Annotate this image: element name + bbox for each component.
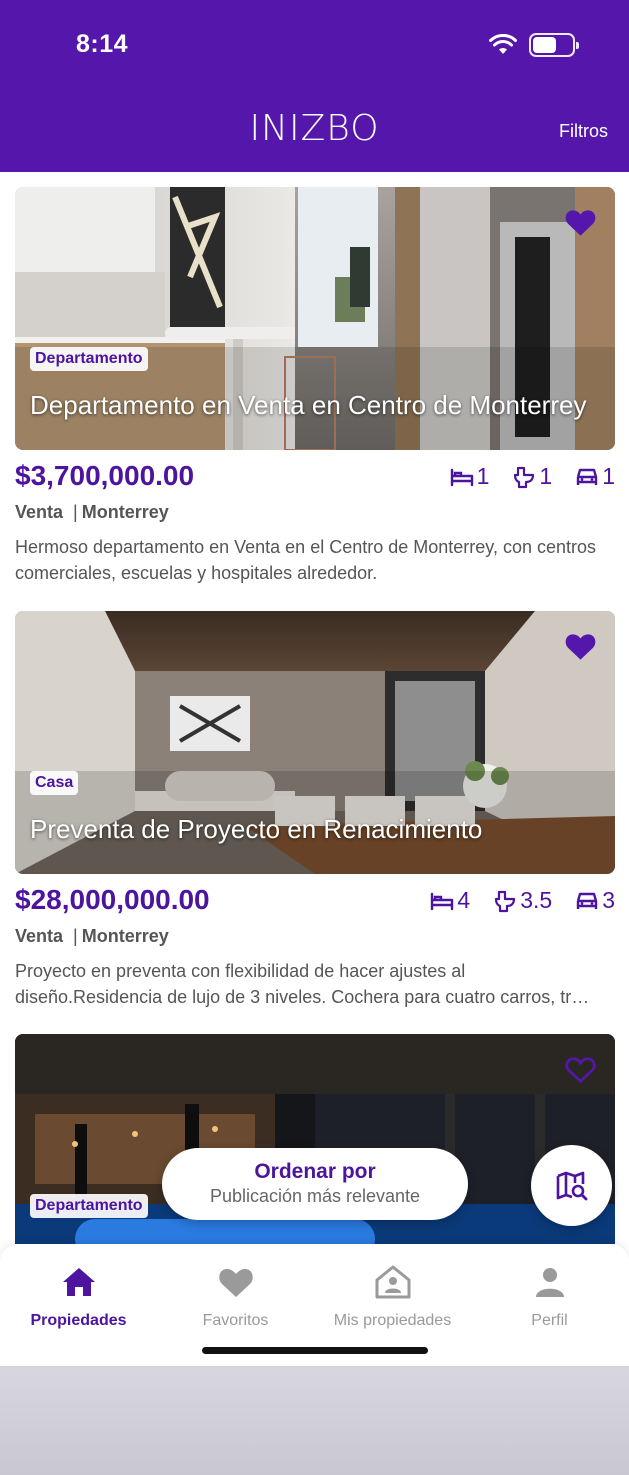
city: Monterrey [81, 926, 169, 946]
price-row: $3,700,000.00 1 1 1 [15, 460, 615, 498]
my-properties-icon [375, 1265, 410, 1299]
listings-feed[interactable]: Departamento Departamento en Venta en Ce… [0, 172, 629, 1244]
status-icons [489, 33, 579, 57]
property-type-badge: Casa [30, 771, 79, 795]
listing-title: Preventa de Proyecto en Renacimiento [30, 814, 483, 844]
bedrooms: 1 [449, 463, 490, 490]
listing-price: $28,000,000.00 [15, 884, 210, 915]
bedrooms-count: 4 [457, 887, 471, 913]
bed-icon [450, 468, 473, 486]
map-search-icon [556, 1171, 587, 1200]
description-line-2: diseño.Residencia de lujo de 3 niveles. … [15, 987, 590, 1007]
battery-icon [529, 33, 579, 57]
listing-meta: Venta | Monterrey [15, 926, 615, 947]
tab-mis-propiedades[interactable]: Mis propiedades [314, 1264, 471, 1330]
car-icon [577, 468, 598, 485]
battery-level [533, 37, 556, 53]
parking: 3 [574, 887, 615, 914]
listing-description: Proyecto en preventa con flexibilidad de… [15, 958, 605, 1010]
favorite-heart-icon[interactable] [564, 207, 597, 237]
listing-price: $3,700,000.00 [15, 460, 195, 491]
operation-type: Venta [15, 502, 64, 522]
listing-card[interactable]: Casa Preventa de Proyecto en Renacimient… [15, 611, 615, 1010]
tab-favoritos[interactable]: Favoritos [157, 1264, 314, 1330]
description-line-1: Proyecto en preventa con flexibilidad de… [15, 961, 466, 981]
parking: 1 [574, 463, 615, 490]
car-icon [577, 892, 598, 909]
bathrooms-count: 3.5 [520, 887, 553, 913]
parking-count: 1 [602, 463, 615, 489]
brand-title: INIZBO [249, 108, 380, 149]
tab-perfil[interactable]: Perfil [471, 1264, 628, 1330]
sort-title: Ordenar por [254, 1160, 376, 1183]
favorite-heart-icon[interactable] [564, 631, 597, 661]
tab-label: Perfil [531, 1312, 568, 1329]
app-header: 8:14 INIZBO Filtros [0, 0, 629, 172]
wifi-icon [489, 34, 517, 54]
heart-icon [218, 1269, 253, 1297]
listing-photo[interactable]: Casa Preventa de Proyecto en Renacimient… [15, 611, 615, 874]
listing-description: Hermoso departamento en Venta en el Cent… [15, 537, 596, 583]
meta-separator: | [73, 502, 78, 522]
listing-meta: Venta | Monterrey [15, 502, 615, 523]
app-screen: 8:14 INIZBO Filtros Departamento Departa… [0, 0, 629, 1475]
bedrooms: 4 [429, 887, 470, 914]
tab-propiedades[interactable]: Propiedades [0, 1264, 157, 1330]
listing-photo[interactable]: Departamento Departamento en Venta en Ce… [15, 187, 615, 450]
home-indicator [202, 1347, 428, 1354]
screen-background [0, 1366, 629, 1475]
bathrooms-count: 1 [539, 463, 553, 489]
parking-count: 3 [602, 887, 615, 913]
features: 4 3.5 3 [429, 887, 615, 914]
filters-button[interactable]: Filtros [559, 121, 608, 142]
property-type-badge: Departamento [30, 347, 148, 371]
property-type-badge: Departamento [30, 1194, 148, 1218]
city: Monterrey [81, 502, 169, 522]
features: 1 1 1 [449, 463, 615, 490]
status-time: 8:14 [76, 30, 129, 58]
tab-label: Propiedades [30, 1312, 127, 1329]
bed-icon [431, 892, 454, 910]
listing-title: Departamento en Venta en Centro de Monte… [30, 390, 587, 420]
tab-label: Favoritos [202, 1312, 269, 1329]
bedrooms-count: 1 [476, 463, 490, 489]
sort-button[interactable]: Ordenar por Publicación más relevante [162, 1148, 468, 1220]
bottom-tab-bar: Propiedades Favoritos Mis propiedades Pe… [0, 1244, 629, 1366]
home-icon [62, 1268, 95, 1296]
price-row: $28,000,000.00 4 3.5 3 [15, 884, 615, 922]
toilet-icon [495, 890, 516, 912]
bathrooms: 3.5 [492, 887, 552, 914]
tab-label: Mis propiedades [333, 1312, 452, 1329]
map-search-button[interactable] [531, 1145, 612, 1226]
operation-type: Venta [15, 926, 64, 946]
sort-value: Publicación más relevante [209, 1186, 421, 1206]
toilet-icon [514, 466, 535, 488]
favorite-outline-icon[interactable] [564, 1054, 597, 1084]
meta-separator: | [73, 926, 78, 946]
listing-card[interactable]: Departamento Departamento en Venta en Ce… [15, 187, 615, 586]
person-icon [535, 1268, 564, 1297]
bathrooms: 1 [511, 463, 552, 490]
